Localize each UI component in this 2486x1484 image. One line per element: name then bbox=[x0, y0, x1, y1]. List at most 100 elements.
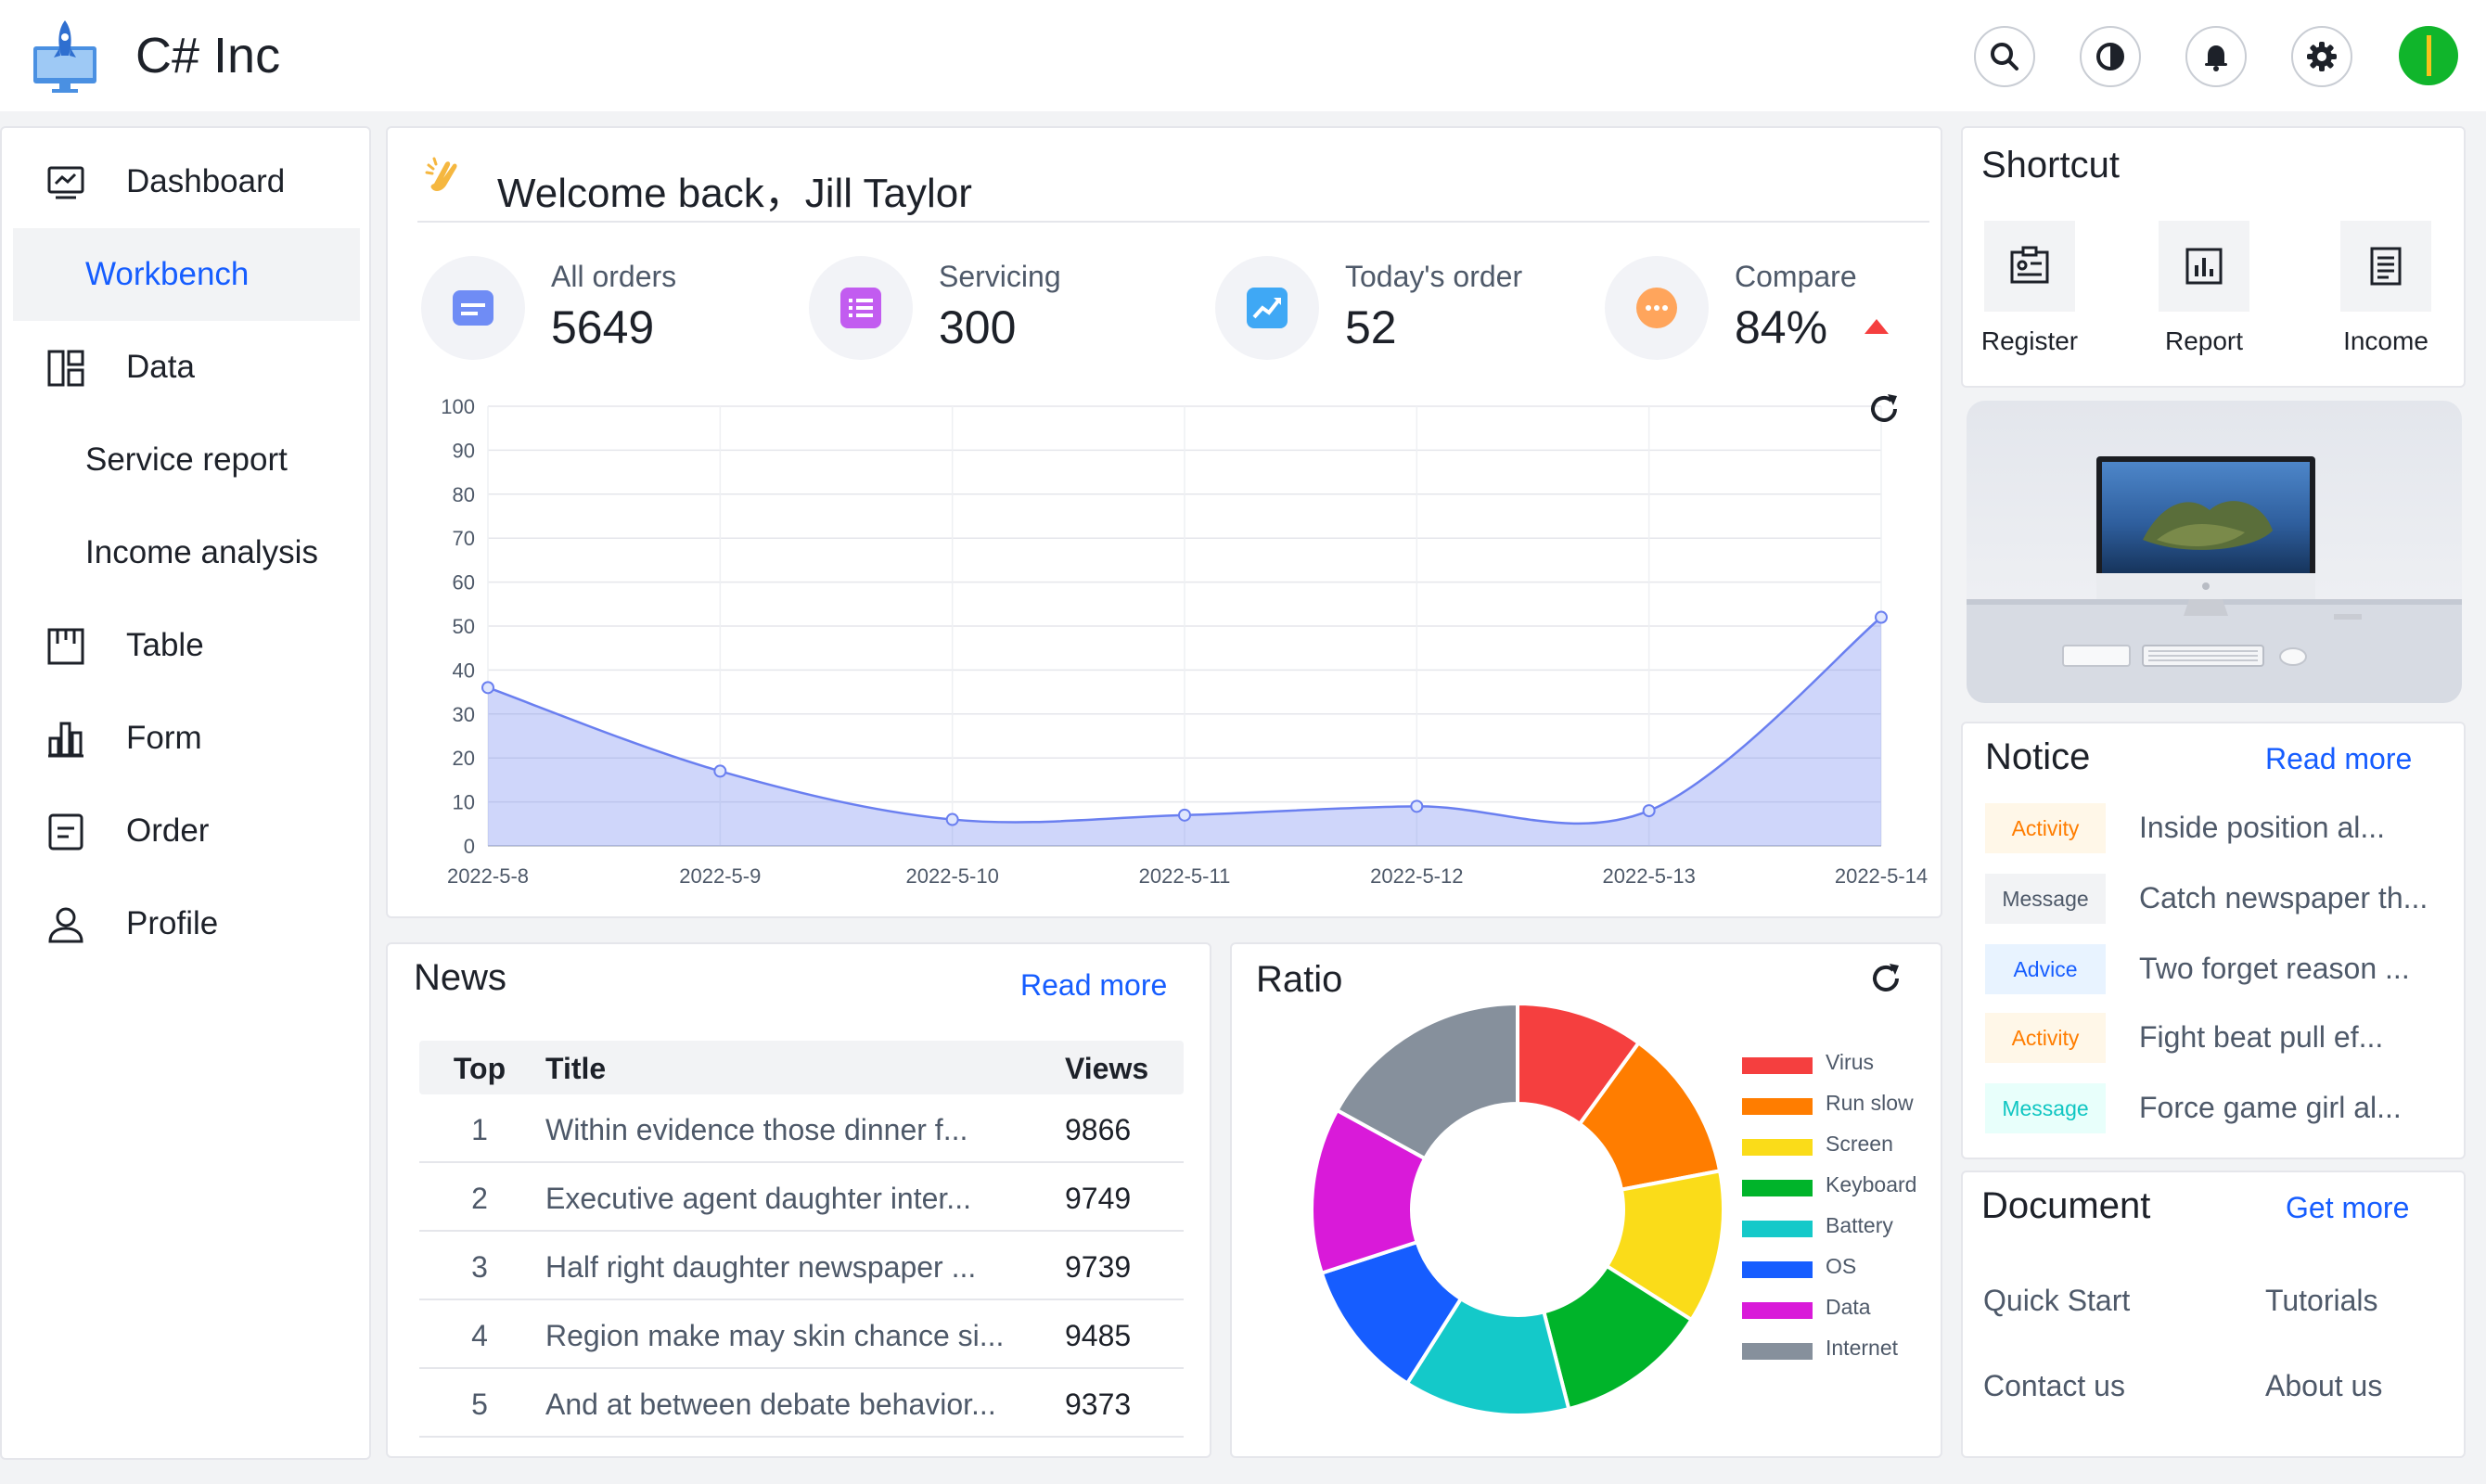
notice-item[interactable]: Activity Inside position al... bbox=[1985, 800, 2449, 855]
report-chart-icon bbox=[2185, 248, 2223, 285]
sidebar-item-order[interactable]: Order bbox=[13, 785, 360, 877]
search-icon bbox=[1991, 43, 2018, 70]
table-row[interactable]: 4 Region make may skin chance si... 9485 bbox=[419, 1300, 1184, 1369]
data-point[interactable] bbox=[1642, 804, 1656, 818]
user-avatar[interactable] bbox=[2399, 26, 2458, 85]
data-point[interactable] bbox=[945, 812, 959, 826]
x-tick-label: 2022-5-9 bbox=[679, 864, 761, 888]
top-bar: C# Inc bbox=[0, 0, 2486, 111]
notice-item[interactable]: Message Catch newspaper th... bbox=[1985, 870, 2449, 926]
legend-label: Data bbox=[1826, 1295, 1871, 1319]
sidebar-item-income-analysis[interactable]: Income analysis bbox=[13, 506, 360, 599]
notice-item[interactable]: Activity Fight beat pull ef... bbox=[1985, 1009, 2449, 1065]
row-rank: 5 bbox=[471, 1388, 488, 1421]
sidebar-item-dashboard[interactable]: Dashboard bbox=[13, 135, 360, 228]
row-rank: 4 bbox=[471, 1319, 488, 1352]
legend-swatch bbox=[1742, 1302, 1813, 1319]
doc-link-about-us[interactable]: About us bbox=[2265, 1369, 2382, 1403]
promo-imac-image bbox=[1967, 401, 2462, 703]
notice-item[interactable]: Message Force game girl al... bbox=[1985, 1080, 2449, 1135]
news-table: Top Title Views 1 Within evidence those … bbox=[419, 1041, 1184, 1438]
stat-all-orders: All orders 5649 bbox=[421, 249, 792, 369]
clapping-hands-icon bbox=[425, 157, 457, 191]
notifications-button[interactable] bbox=[2185, 26, 2247, 87]
theme-toggle-button[interactable] bbox=[2080, 26, 2141, 87]
data-point[interactable] bbox=[1410, 800, 1424, 813]
row-title: Region make may skin chance si... bbox=[545, 1319, 1005, 1352]
legend-swatch bbox=[1742, 1057, 1813, 1074]
document-get-more-link[interactable]: Get more bbox=[2286, 1191, 2409, 1225]
x-tick-label: 2022-5-14 bbox=[1835, 864, 1928, 888]
table-row[interactable]: 2 Executive agent daughter inter... 9749 bbox=[419, 1163, 1184, 1232]
welcome-card: Welcome back，Jill Taylor All orders 5649… bbox=[386, 126, 1942, 918]
data-point[interactable] bbox=[481, 681, 494, 695]
sidebar-item-label: Dashboard bbox=[126, 163, 286, 199]
legend-swatch bbox=[1742, 1180, 1813, 1196]
document-title: Document bbox=[1981, 1185, 2151, 1226]
service-list-icon bbox=[840, 288, 881, 328]
row-title: And at between debate behavior... bbox=[545, 1388, 996, 1421]
sidebar-item-profile[interactable]: Profile bbox=[13, 877, 360, 970]
news-read-more-link[interactable]: Read more bbox=[1020, 968, 1167, 1003]
trend-up-arrow-icon bbox=[1864, 319, 1889, 334]
bell-icon bbox=[2205, 45, 2227, 71]
row-views: 9485 bbox=[1065, 1319, 1132, 1352]
settings-button[interactable] bbox=[2291, 26, 2352, 87]
rocket-monitor-logo-icon bbox=[33, 20, 96, 93]
stat-value: 5649 bbox=[551, 301, 655, 353]
search-button[interactable] bbox=[1974, 26, 2035, 87]
y-tick-label: 100 bbox=[441, 395, 475, 418]
legend-label: Run slow bbox=[1826, 1091, 1914, 1115]
chart-refresh-button[interactable] bbox=[1863, 388, 1905, 430]
data-point[interactable] bbox=[1178, 808, 1191, 822]
shortcut-register[interactable]: Register bbox=[1965, 221, 2095, 356]
notice-tag: Message bbox=[1985, 1083, 2106, 1133]
doc-link-tutorials[interactable]: Tutorials bbox=[2265, 1284, 2378, 1318]
notice-tag: Activity bbox=[1985, 1013, 2106, 1063]
refresh-icon bbox=[1873, 964, 1899, 991]
data-layout-icon bbox=[47, 350, 84, 387]
sidebar-item-table[interactable]: Table bbox=[13, 599, 360, 692]
stat-label: Compare bbox=[1735, 260, 1857, 293]
ratio-refresh-button[interactable] bbox=[1864, 957, 1907, 1000]
notice-text: Catch newspaper th... bbox=[2139, 881, 2428, 915]
y-tick-label: 60 bbox=[453, 571, 475, 595]
app-title: C# Inc bbox=[135, 28, 281, 83]
sidebar-item-form[interactable]: Form bbox=[13, 692, 360, 785]
row-rank: 3 bbox=[471, 1250, 488, 1284]
table-row[interactable]: 1 Within evidence those dinner f... 9866 bbox=[419, 1094, 1184, 1163]
data-point[interactable] bbox=[713, 764, 727, 778]
row-title: Half right daughter newspaper ... bbox=[545, 1250, 977, 1284]
legend-swatch bbox=[1742, 1343, 1813, 1360]
sidebar-item-label: Table bbox=[126, 627, 204, 663]
y-tick-label: 0 bbox=[464, 835, 475, 858]
notice-item[interactable]: Advice Two forget reason ... bbox=[1985, 940, 2449, 996]
sidebar-item-label: Data bbox=[126, 349, 195, 385]
shortcut-icon-box bbox=[2340, 221, 2431, 312]
sidebar-item-service-report[interactable]: Service report bbox=[13, 414, 360, 506]
row-rank: 2 bbox=[471, 1182, 488, 1215]
shortcut-report[interactable]: Report bbox=[2139, 221, 2269, 356]
shortcut-title: Shortcut bbox=[1981, 145, 2120, 186]
table-row[interactable]: 5 And at between debate behavior... 9373 bbox=[419, 1369, 1184, 1438]
data-point[interactable] bbox=[1875, 610, 1888, 624]
sidebar-item-workbench[interactable]: Workbench bbox=[13, 228, 360, 321]
doc-link-quick-start[interactable]: Quick Start bbox=[1983, 1284, 2130, 1318]
shortcut-income[interactable]: Income bbox=[2321, 221, 2451, 356]
ratio-donut-chart bbox=[1310, 1001, 1725, 1417]
gear-icon bbox=[2307, 42, 2337, 71]
doc-link-contact-us[interactable]: Contact us bbox=[1983, 1369, 2125, 1403]
shortcut-icon-box bbox=[1984, 221, 2075, 312]
x-tick-label: 2022-5-10 bbox=[906, 864, 999, 888]
trend-chart-icon bbox=[1247, 288, 1288, 328]
notice-text: Force game girl al... bbox=[2139, 1091, 2402, 1124]
notice-read-more-link[interactable]: Read more bbox=[2265, 742, 2412, 776]
x-tick-label: 2022-5-11 bbox=[1139, 864, 1231, 888]
sidebar-item-data[interactable]: Data bbox=[13, 321, 360, 414]
stat-label: All orders bbox=[551, 260, 677, 293]
table-row[interactable]: 3 Half right daughter newspaper ... 9739 bbox=[419, 1232, 1184, 1300]
stat-value: 52 bbox=[1345, 301, 1397, 353]
sidebar-item-label: Form bbox=[126, 720, 202, 756]
notice-text: Inside position al... bbox=[2139, 811, 2386, 844]
sidebar: Dashboard Workbench Data Service report … bbox=[0, 126, 371, 1460]
